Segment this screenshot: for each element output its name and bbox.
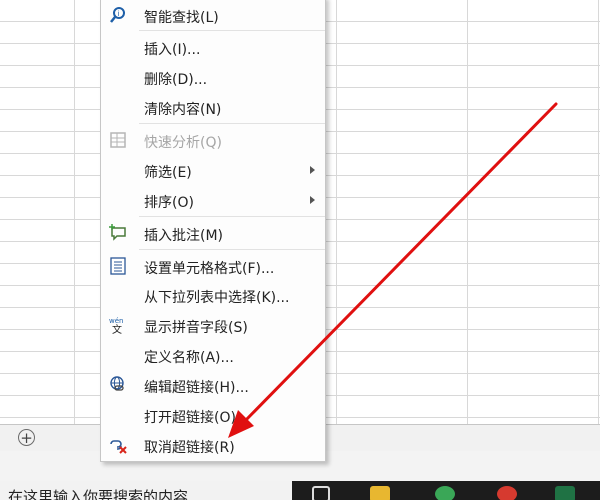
task-view-icon[interactable] bbox=[312, 486, 330, 500]
menu-item-label: 插入(I)... bbox=[144, 42, 201, 58]
menu-item-label: 取消超链接(R) bbox=[144, 440, 235, 456]
add-sheet-button[interactable]: + bbox=[18, 429, 35, 446]
edit-hyperlink-icon bbox=[110, 376, 124, 391]
quick-analysis-icon bbox=[110, 132, 126, 148]
menu-item-label: 插入批注(M) bbox=[144, 228, 224, 244]
menu-separator bbox=[139, 249, 325, 250]
menu-item-sort[interactable]: 排序(O) bbox=[101, 185, 325, 215]
context-menu: i 智能查找(L) 插入(I)... 删除(D)... 清除内容(N) 快速分析… bbox=[100, 0, 326, 462]
format-cells-icon bbox=[110, 257, 126, 275]
menu-item-label: 打开超链接(O) bbox=[144, 410, 236, 426]
taskbar-search-box[interactable]: 在这里输入你要搜索的内容 bbox=[0, 481, 292, 500]
file-explorer-icon[interactable] bbox=[370, 486, 390, 500]
chrome-icon[interactable] bbox=[435, 486, 455, 500]
menu-item-pick-from-dropdown[interactable]: 从下拉列表中选择(K)... bbox=[101, 280, 325, 310]
menu-item-label: 编辑超链接(H)... bbox=[144, 380, 249, 396]
menu-item-smart-lookup[interactable]: i 智能查找(L) bbox=[101, 0, 325, 30]
remove-hyperlink-icon bbox=[110, 440, 127, 454]
menu-item-filter[interactable]: 筛选(E) bbox=[101, 155, 325, 185]
menu-item-quick-analysis: 快速分析(Q) bbox=[101, 125, 325, 155]
menu-separator bbox=[139, 30, 325, 31]
menu-separator bbox=[139, 123, 325, 124]
menu-item-insert[interactable]: 插入(I)... bbox=[101, 32, 325, 62]
menu-item-label: 设置单元格格式(F)... bbox=[144, 261, 275, 277]
menu-item-label: 清除内容(N) bbox=[144, 102, 222, 118]
menu-item-insert-comment[interactable]: 插入批注(M) bbox=[101, 218, 325, 248]
menu-item-label: 快速分析(Q) bbox=[144, 135, 222, 151]
menu-item-label: 排序(O) bbox=[144, 195, 194, 211]
submenu-arrow-icon bbox=[310, 196, 315, 204]
submenu-arrow-icon bbox=[310, 166, 315, 174]
menu-item-define-name[interactable]: 定义名称(A)... bbox=[101, 340, 325, 370]
svg-text:wén: wén bbox=[109, 317, 123, 325]
menu-item-delete[interactable]: 删除(D)... bbox=[101, 62, 325, 92]
red-app-icon[interactable] bbox=[497, 486, 517, 500]
menu-item-remove-hyperlink[interactable]: 取消超链接(R) bbox=[101, 430, 325, 460]
menu-item-label: 筛选(E) bbox=[144, 165, 192, 181]
menu-item-open-hyperlink[interactable]: 打开超链接(O) bbox=[101, 400, 325, 430]
menu-separator bbox=[139, 216, 325, 217]
menu-item-label: 定义名称(A)... bbox=[144, 350, 234, 366]
menu-item-show-phonetic[interactable]: wén 文 显示拼音字段(S) bbox=[101, 310, 325, 340]
taskbar-search-text: 在这里输入你要搜索的内容 bbox=[8, 488, 189, 500]
svg-text:i: i bbox=[118, 10, 120, 18]
menu-item-label: 智能查找(L) bbox=[144, 10, 219, 26]
excel-icon[interactable] bbox=[555, 486, 575, 500]
menu-item-edit-hyperlink[interactable]: 编辑超链接(H)... bbox=[101, 370, 325, 400]
menu-item-clear-contents[interactable]: 清除内容(N) bbox=[101, 92, 325, 122]
svg-text:文: 文 bbox=[112, 323, 122, 335]
menu-item-label: 从下拉列表中选择(K)... bbox=[144, 290, 290, 306]
insert-comment-icon bbox=[109, 224, 126, 241]
taskbar: 在这里输入你要搜索的内容 bbox=[0, 481, 600, 500]
smart-lookup-icon: i bbox=[110, 7, 125, 23]
menu-item-label: 显示拼音字段(S) bbox=[144, 320, 248, 336]
phonetic-icon: wén 文 bbox=[109, 317, 123, 335]
menu-item-format-cells[interactable]: 设置单元格格式(F)... bbox=[101, 251, 325, 281]
menu-item-label: 删除(D)... bbox=[144, 72, 208, 88]
